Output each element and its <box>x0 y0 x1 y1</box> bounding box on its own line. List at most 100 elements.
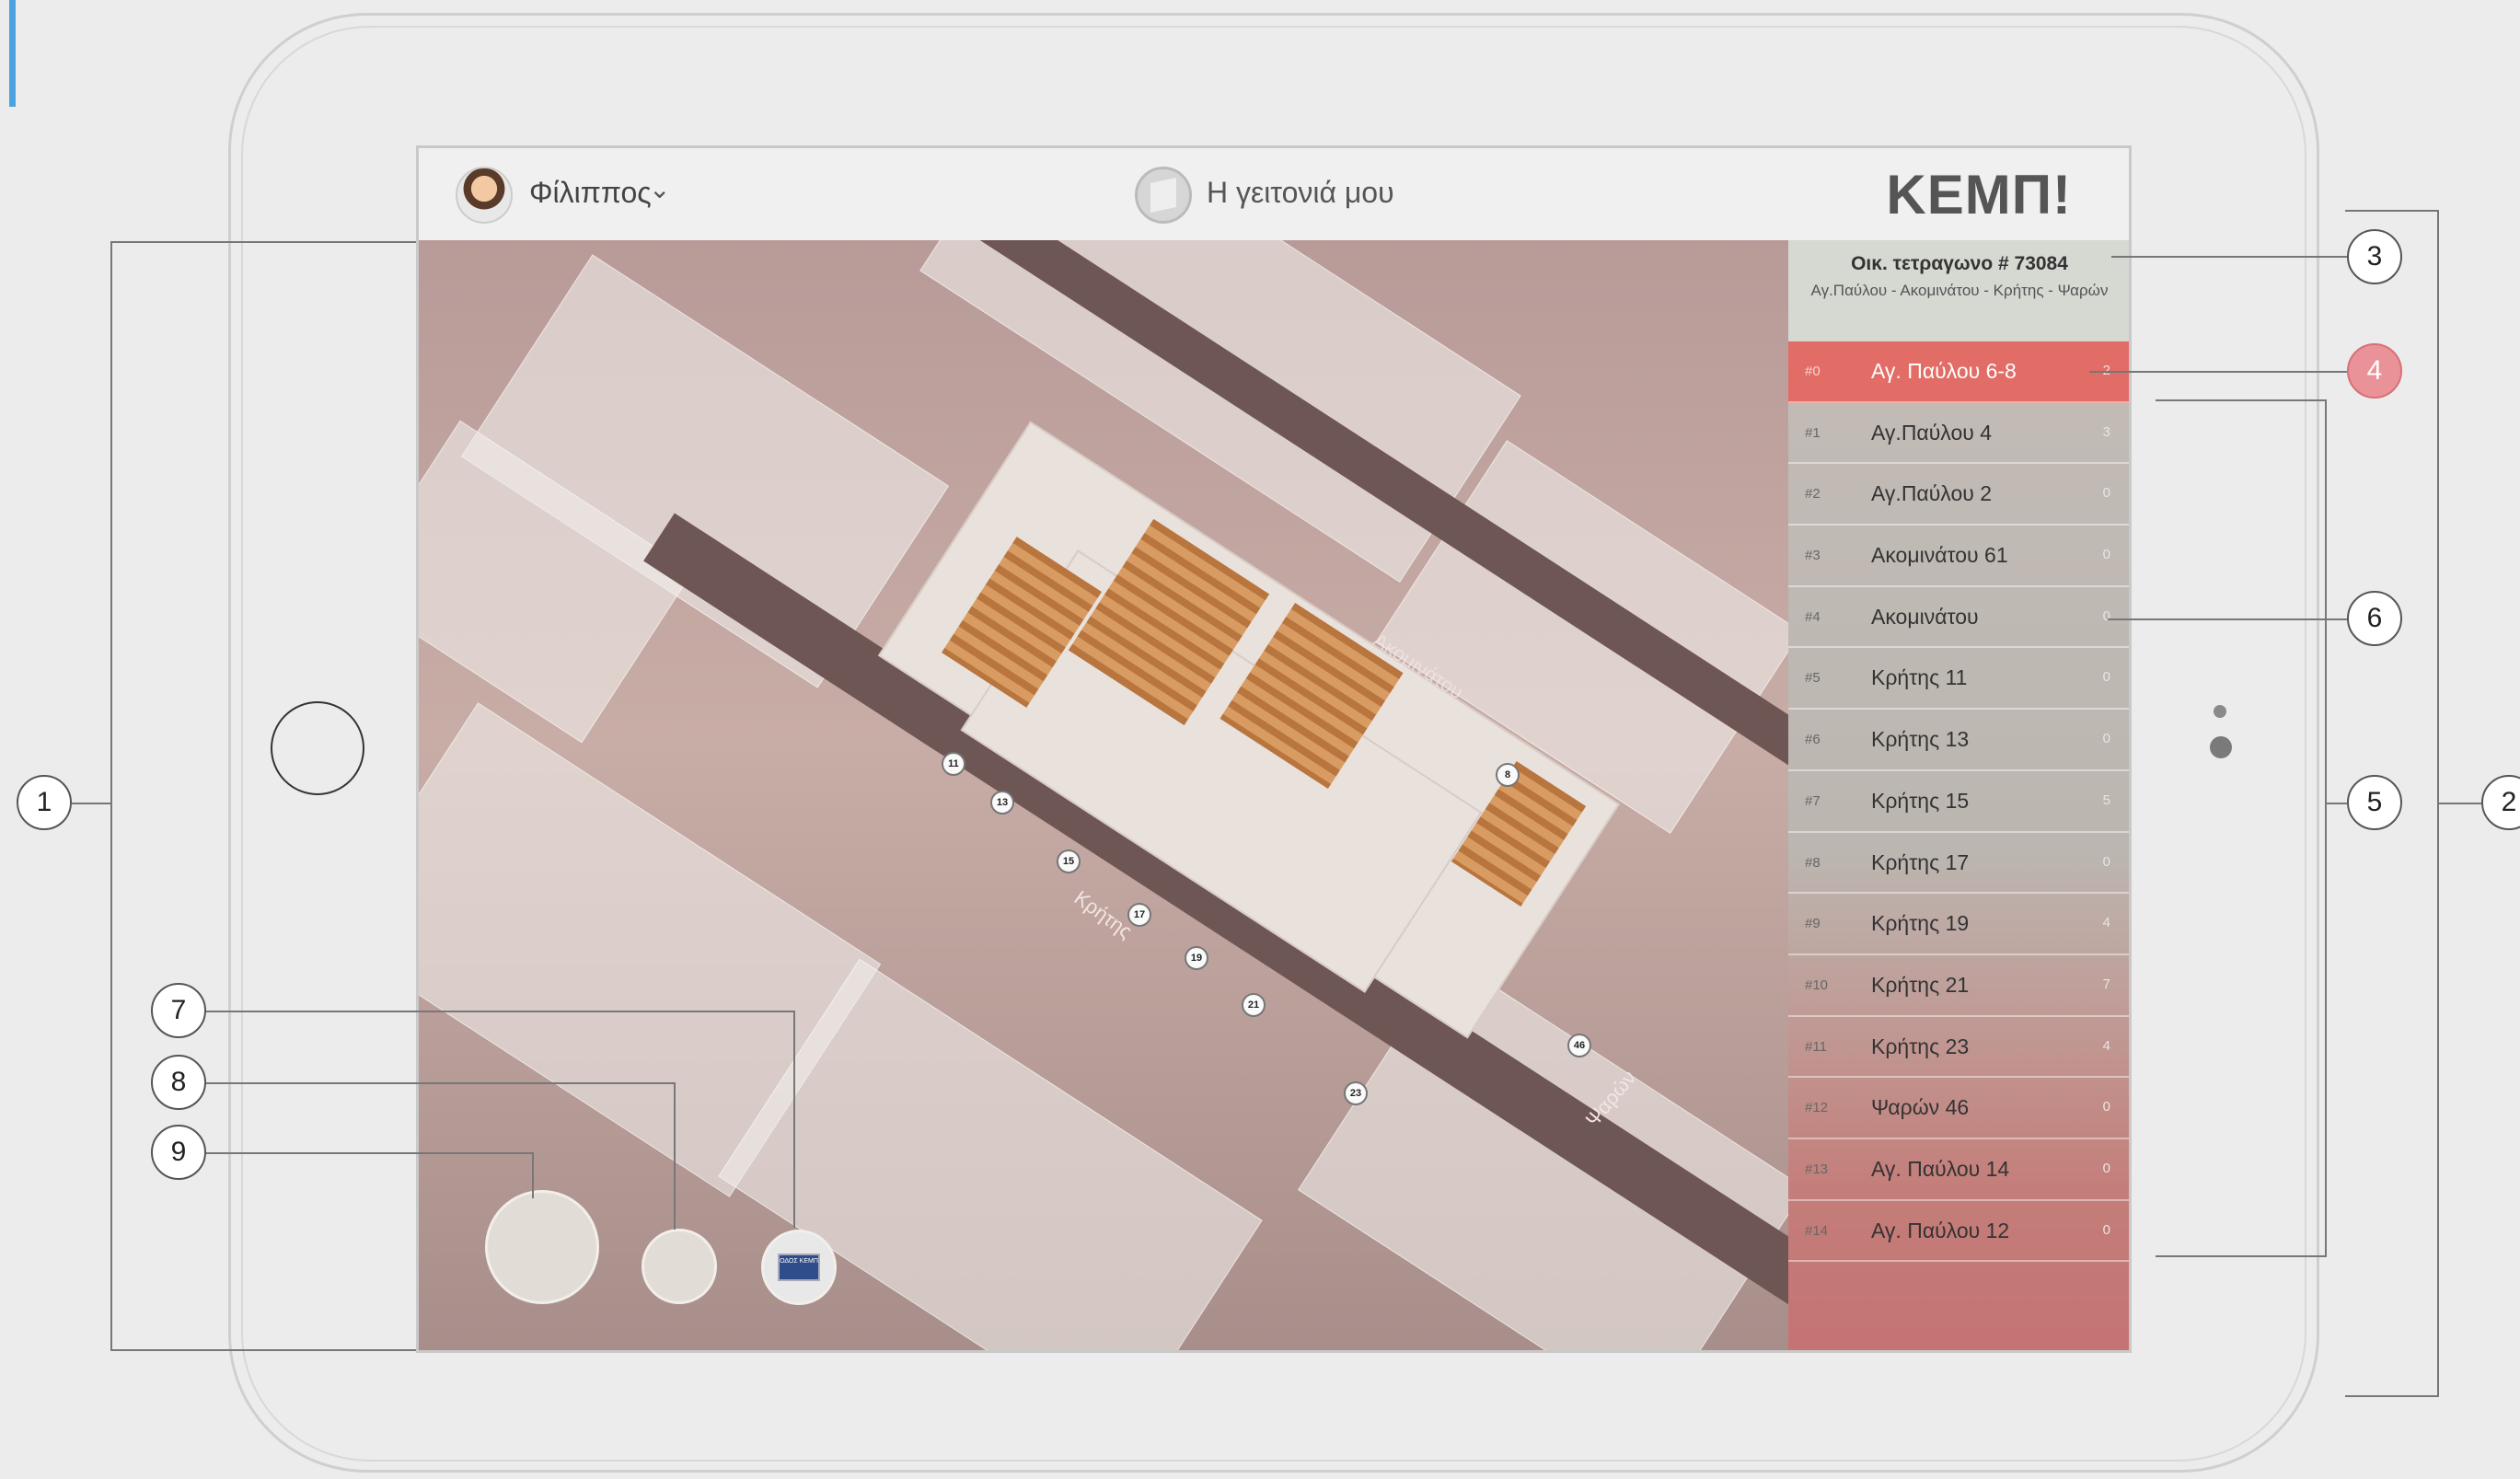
user-name[interactable]: Φίλιππος <box>529 176 652 210</box>
house-number-marker: 8 <box>1496 763 1520 787</box>
house-number-marker: 11 <box>942 752 965 776</box>
callout-line <box>674 1082 676 1230</box>
callout-7: 7 <box>151 983 206 1038</box>
house-number-marker: 21 <box>1242 993 1266 1017</box>
callout-line <box>2345 1395 2437 1397</box>
callout-line <box>2089 371 2349 373</box>
building-count: 5 <box>2102 791 2110 808</box>
building-id: #3 <box>1805 548 1821 564</box>
building-id: #11 <box>1805 1038 1827 1055</box>
building-row[interactable]: #7 Κρήτης 15 5 <box>1788 771 2129 833</box>
callout-line <box>2325 399 2327 1257</box>
callout-line <box>2111 256 2349 258</box>
building-list: #0Αγ. Παύλου 6-82#1Αγ.Παύλου 43#2Αγ.Παύλ… <box>1788 341 2129 1263</box>
building-id: #2 <box>1805 486 1821 503</box>
house-number-marker: 15 <box>1057 849 1081 873</box>
building-name: Κρήτης 21 <box>1871 972 1970 997</box>
building-count: 4 <box>2102 1037 2110 1054</box>
building-name: Κρήτης 17 <box>1871 849 1970 874</box>
building-id: #12 <box>1805 1100 1829 1116</box>
neighborhood-icon <box>1135 167 1192 224</box>
building-count: 0 <box>2102 1160 2110 1176</box>
accent-bar <box>9 0 16 107</box>
callout-line <box>110 241 416 243</box>
callout-6: 6 <box>2347 591 2402 646</box>
callout-line <box>206 1152 534 1154</box>
home-button[interactable] <box>271 701 364 795</box>
building-id: #13 <box>1805 1161 1829 1177</box>
building-sidebar: Οικ. τετραγωνο # 73084 Αγ.Παύλου - Ακομι… <box>1788 240 2129 1350</box>
block-header: Οικ. τετραγωνο # 73084 Αγ.Παύλου - Ακομι… <box>1788 240 2129 341</box>
callout-line <box>2325 803 2349 804</box>
building-count: 3 <box>2102 423 2110 440</box>
building-row[interactable]: #0Αγ. Παύλου 6-82 <box>1788 341 2129 403</box>
building-name: Ψαρών 46 <box>1871 1095 1970 1120</box>
building-id: #0 <box>1805 364 1821 379</box>
building-name: Κρήτης 11 <box>1871 665 1968 690</box>
building-count: 0 <box>2102 485 2110 502</box>
building-row[interactable]: #11 Κρήτης 23 4 <box>1788 1017 2129 1079</box>
callout-line <box>2108 618 2349 620</box>
building-id: #1 <box>1805 424 1821 441</box>
building-name: Κρήτης 23 <box>1871 1034 1970 1058</box>
callout-9: 9 <box>151 1125 206 1180</box>
building-count: 0 <box>2102 1099 2110 1115</box>
street-sign-button[interactable]: ΟΔΟΣ ΚΕΜΠ <box>761 1230 837 1305</box>
building-row[interactable]: #14 Αγ. Παύλου 12 0 <box>1788 1201 2129 1263</box>
building-name: Αγ. Παύλου 14 <box>1871 1156 2010 1181</box>
callout-line <box>2345 210 2437 212</box>
camera-dot <box>2210 736 2232 758</box>
building-id: #14 <box>1805 1222 1829 1239</box>
callout-5: 5 <box>2347 775 2402 830</box>
block-title: Οικ. τετραγωνο # 73084 <box>1851 253 2068 274</box>
building-name: Ακομινάτου <box>1871 604 1979 629</box>
building-count: 0 <box>2102 853 2110 870</box>
building-id: #10 <box>1805 976 1829 993</box>
building-name: Αγ.Παύλου 2 <box>1871 481 1993 506</box>
callout-line <box>110 241 112 1351</box>
house-number-marker: 46 <box>1567 1034 1591 1057</box>
building-row[interactable]: #10 Κρήτης 21 7 <box>1788 955 2129 1017</box>
app-logo: ΚΕΜΠ! <box>1886 164 2072 225</box>
house-number-marker: 23 <box>1344 1081 1368 1105</box>
house-number-marker: 19 <box>1185 946 1208 970</box>
building-name: Κρήτης 15 <box>1871 788 1970 813</box>
building-id: #9 <box>1805 916 1821 932</box>
building-row[interactable]: #8 Κρήτης 17 0 <box>1788 833 2129 895</box>
building-row[interactable]: #5 Κρήτης 11 0 <box>1788 648 2129 711</box>
callout-line <box>532 1152 534 1198</box>
map-3d-view[interactable]: 11 13 15 17 19 21 23 46 8 Κρήτης Ψαρών Α… <box>419 240 1788 1350</box>
building-count: 0 <box>2102 607 2110 624</box>
building-3d-button[interactable] <box>485 1190 599 1304</box>
building-id: #8 <box>1805 854 1821 871</box>
building-row[interactable]: #4 Ακομινάτου 0 <box>1788 587 2129 649</box>
building-row[interactable]: #3 Ακομινάτου 61 0 <box>1788 526 2129 587</box>
building-row[interactable]: #6 Κρήτης 13 0 <box>1788 710 2129 771</box>
user-avatar[interactable] <box>456 167 513 224</box>
building-id: #7 <box>1805 792 1821 809</box>
building-row[interactable]: #1 Αγ.Παύλου 4 3 <box>1788 403 2129 465</box>
top-bar: Φίλιππος ⌄ Η γειτονιά μου ΚΕΜΠ! <box>419 148 2129 240</box>
building-name: Αγ. Παύλου 6-8 <box>1871 359 2017 383</box>
building-row[interactable]: #12 Ψαρών 46 0 <box>1788 1078 2129 1139</box>
building-row[interactable]: #9 Κρήτης 19 4 <box>1788 894 2129 955</box>
street-label-kritis: Κρήτης <box>1069 885 1137 943</box>
building-row[interactable]: #13 Αγ. Παύλου 14 0 <box>1788 1139 2129 1201</box>
camera-dot-small <box>2214 705 2226 718</box>
house-number-marker: 13 <box>990 791 1014 815</box>
callout-line <box>2156 399 2325 401</box>
building-count: 7 <box>2102 976 2110 992</box>
building-id: #5 <box>1805 670 1821 687</box>
building-row[interactable]: #2 Αγ.Παύλου 2 0 <box>1788 464 2129 526</box>
building-count: 0 <box>2102 547 2110 563</box>
block-streets: Αγ.Παύλου - Ακομινάτου - Κρήτης - Ψαρών <box>1810 282 2109 299</box>
callout-3: 3 <box>2347 229 2402 284</box>
building-count: 0 <box>2102 1221 2110 1238</box>
callout-line <box>793 1011 795 1228</box>
chevron-down-icon[interactable]: ⌄ <box>649 174 670 204</box>
building-id: #4 <box>1805 608 1821 625</box>
callout-line <box>206 1011 795 1012</box>
callout-line <box>110 1349 416 1351</box>
street-sign-icon: ΟΔΟΣ ΚΕΜΠ <box>778 1254 820 1281</box>
floor-plan-button[interactable] <box>642 1229 717 1304</box>
